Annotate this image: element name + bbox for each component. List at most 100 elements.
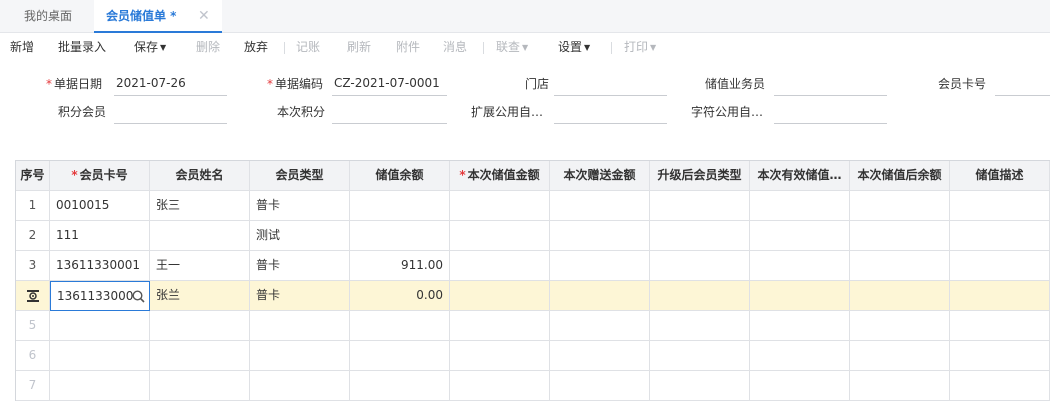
col-header-type[interactable]: 会员类型: [250, 161, 350, 191]
table-row[interactable]: 1 0010015 张三 普卡: [16, 191, 1050, 221]
row-amount[interactable]: [450, 341, 550, 371]
tab-my-desktop[interactable]: 我的桌面: [24, 0, 72, 33]
row-desc[interactable]: [950, 251, 1050, 281]
points-member-field[interactable]: [114, 100, 227, 124]
row-after-balance[interactable]: [850, 221, 950, 251]
row-gift[interactable]: [550, 191, 650, 221]
settings-button[interactable]: 设置 ▼: [558, 33, 590, 63]
row-effective[interactable]: [750, 191, 850, 221]
row-type[interactable]: 普卡: [250, 191, 350, 221]
delete-button[interactable]: 删除: [196, 33, 220, 63]
row-balance[interactable]: 911.00: [350, 251, 450, 281]
row-card[interactable]: [50, 341, 150, 371]
row-after-balance[interactable]: [850, 281, 950, 311]
row-desc[interactable]: [950, 221, 1050, 251]
row-settings-icon[interactable]: [16, 281, 50, 311]
col-header-name[interactable]: 会员姓名: [150, 161, 250, 191]
row-type[interactable]: [250, 341, 350, 371]
col-header-effective[interactable]: 本次有效储值…: [750, 161, 850, 191]
search-icon[interactable]: [132, 290, 145, 303]
row-after-balance[interactable]: [850, 251, 950, 281]
row-name[interactable]: [150, 311, 250, 341]
row-effective[interactable]: [750, 251, 850, 281]
row-name[interactable]: [150, 341, 250, 371]
row-desc[interactable]: [950, 341, 1050, 371]
row-amount[interactable]: [450, 191, 550, 221]
row-effective[interactable]: [750, 221, 850, 251]
col-header-balance[interactable]: 储值余额: [350, 161, 450, 191]
row-effective[interactable]: [750, 341, 850, 371]
row-gift[interactable]: [550, 221, 650, 251]
card-edit-input[interactable]: 1361133000: [50, 281, 150, 311]
tab-member-stored-value[interactable]: 会员储值单 * ✕: [94, 0, 222, 33]
table-row[interactable]: 5: [16, 311, 1050, 341]
current-points-field[interactable]: [332, 100, 447, 124]
row-name[interactable]: 张兰: [150, 281, 250, 311]
row-upgrade-type[interactable]: [650, 311, 750, 341]
ext-common-field[interactable]: [554, 100, 667, 124]
col-header-upgrade-type[interactable]: 升级后会员类型: [650, 161, 750, 191]
store-field[interactable]: [554, 72, 667, 96]
row-name[interactable]: [150, 371, 250, 401]
row-card[interactable]: [50, 311, 150, 341]
row-amount[interactable]: [450, 311, 550, 341]
col-header-after-balance[interactable]: 本次储值后余额: [850, 161, 950, 191]
row-gift[interactable]: [550, 311, 650, 341]
row-after-balance[interactable]: [850, 311, 950, 341]
row-upgrade-type[interactable]: [650, 251, 750, 281]
row-upgrade-type[interactable]: [650, 281, 750, 311]
row-after-balance[interactable]: [850, 341, 950, 371]
row-type[interactable]: 普卡: [250, 251, 350, 281]
row-gift[interactable]: [550, 251, 650, 281]
table-row[interactable]: 7: [16, 371, 1050, 401]
row-amount[interactable]: [450, 371, 550, 401]
row-type[interactable]: 普卡: [250, 281, 350, 311]
col-header-card[interactable]: * 会员卡号: [50, 161, 150, 191]
doc-code-field[interactable]: CZ-2021-07-0001: [332, 72, 447, 96]
row-balance[interactable]: 0.00: [350, 281, 450, 311]
row-effective[interactable]: [750, 371, 850, 401]
card-field[interactable]: [995, 72, 1050, 96]
row-amount[interactable]: [450, 251, 550, 281]
row-balance[interactable]: [350, 311, 450, 341]
col-header-gift[interactable]: 本次赠送金额: [550, 161, 650, 191]
close-icon[interactable]: ✕: [198, 0, 210, 33]
row-balance[interactable]: [350, 221, 450, 251]
col-header-amount[interactable]: * 本次储值金额: [450, 161, 550, 191]
row-card[interactable]: 111: [50, 221, 150, 251]
row-name[interactable]: [150, 221, 250, 251]
row-upgrade-type[interactable]: [650, 221, 750, 251]
row-card[interactable]: [50, 371, 150, 401]
row-balance[interactable]: [350, 341, 450, 371]
discard-button[interactable]: 放弃: [244, 33, 268, 63]
row-name[interactable]: 王一: [150, 251, 250, 281]
row-type[interactable]: 测试: [250, 221, 350, 251]
row-card[interactable]: 0010015: [50, 191, 150, 221]
row-amount[interactable]: [450, 281, 550, 311]
row-effective[interactable]: [750, 311, 850, 341]
table-row[interactable]: 3 13611330001 王一 普卡 911.00: [16, 251, 1050, 281]
batch-entry-button[interactable]: 批量录入: [58, 33, 106, 63]
row-upgrade-type[interactable]: [650, 341, 750, 371]
row-balance[interactable]: [350, 371, 450, 401]
row-balance[interactable]: [350, 191, 450, 221]
row-after-balance[interactable]: [850, 371, 950, 401]
table-row[interactable]: 6: [16, 341, 1050, 371]
row-name[interactable]: 张三: [150, 191, 250, 221]
save-button[interactable]: 保存 ▼: [134, 33, 166, 63]
new-button[interactable]: 新增: [10, 33, 34, 63]
row-type[interactable]: [250, 371, 350, 401]
row-desc[interactable]: [950, 191, 1050, 221]
table-row-active[interactable]: 1361133000 张兰 普卡 0.00: [16, 281, 1050, 311]
char-common-field[interactable]: [774, 100, 887, 124]
message-button[interactable]: 消息: [443, 33, 467, 63]
col-header-desc[interactable]: 储值描述: [950, 161, 1050, 191]
row-amount[interactable]: [450, 221, 550, 251]
refresh-button[interactable]: 刷新: [347, 33, 371, 63]
row-card[interactable]: 13611330001: [50, 251, 150, 281]
attachment-button[interactable]: 附件: [396, 33, 420, 63]
row-after-balance[interactable]: [850, 191, 950, 221]
row-gift[interactable]: [550, 371, 650, 401]
row-upgrade-type[interactable]: [650, 371, 750, 401]
row-desc[interactable]: [950, 371, 1050, 401]
